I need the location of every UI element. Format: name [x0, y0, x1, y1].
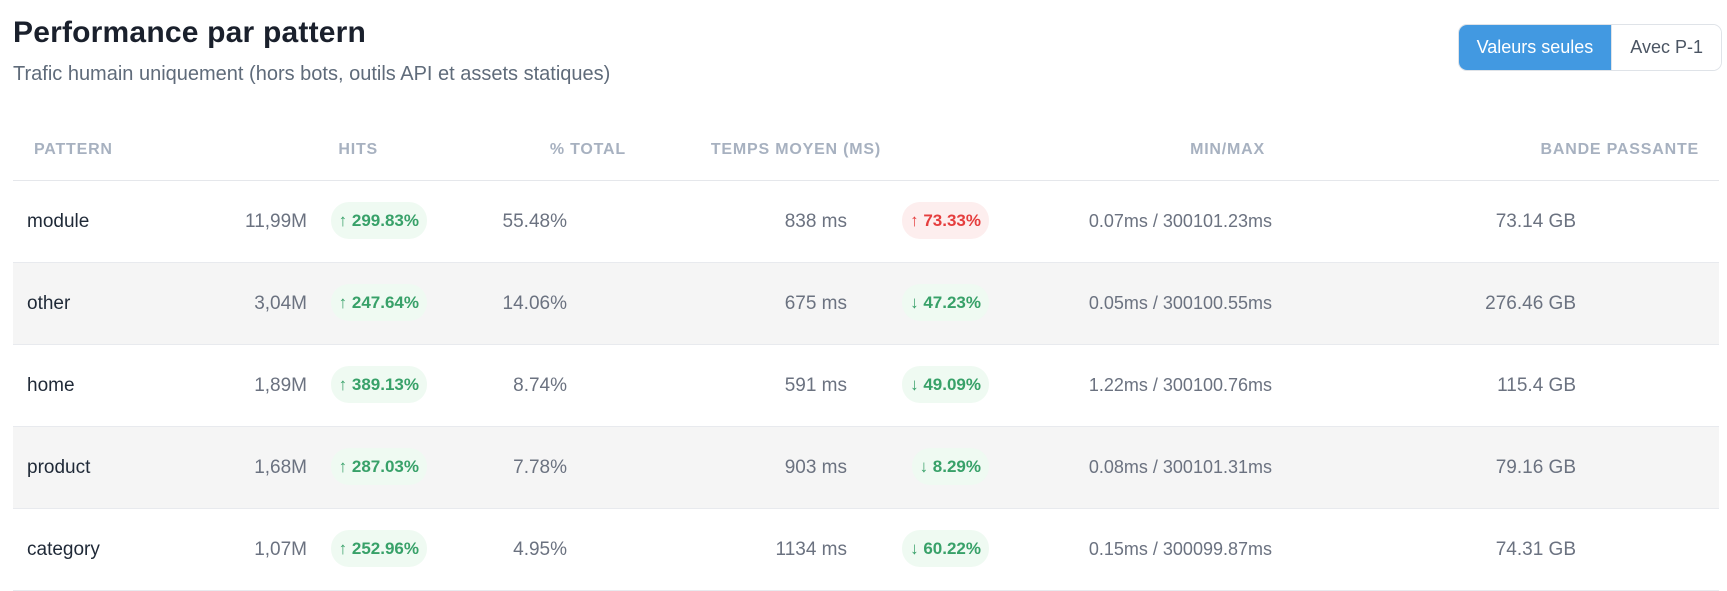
pattern-cell: module [27, 211, 90, 232]
bandwidth-cell: 115.4 GB [1497, 375, 1576, 396]
table-row[interactable]: home 1,89M ↑ 389.13% 8.74% 591 ms ↓ 49.09% 1.2… [13, 345, 1719, 427]
pattern-cell: category [27, 539, 100, 560]
table-row[interactable]: module 11,99M ↑ 299.83% 55.48% 838 ms ↑ 73.33… [13, 181, 1719, 263]
bandwidth-cell: 74.31 GB [1495, 539, 1576, 560]
time-change-badge: ↑ 73.33% [902, 202, 989, 239]
column-header-minmax[interactable]: MIN/MAX [1190, 141, 1265, 159]
table-row[interactable]: other 3,04M ↑ 247.64% 14.06% 675 ms ↓ 47.23% 0… [13, 263, 1719, 345]
avg-time-cell: 1134 ms [775, 539, 847, 560]
total-percent-cell: 4.95% [513, 539, 567, 560]
pattern-performance-table: PATTERN HITS % TOTAL TEMPS MOYEN (MS) MI… [13, 114, 1719, 591]
minmax-cell: 0.15ms / 300099.87ms [1088, 539, 1272, 559]
table-body: module 11,99M ↑ 299.83% 55.48% 838 ms ↑ 73.33… [13, 181, 1719, 591]
column-header-pattern[interactable]: PATTERN [34, 141, 113, 159]
avg-time-cell: 675 ms [784, 293, 847, 314]
page-subtitle: Trafic humain uniquement (hors bots, out… [13, 63, 611, 85]
avg-time-cell: 591 ms [784, 375, 847, 396]
hits-change-badge: ↑ 247.64% [330, 284, 427, 321]
total-percent-cell: 55.48% [502, 211, 567, 232]
bandwidth-cell: 79.16 GB [1495, 457, 1576, 478]
hits-change-badge: ↑ 299.83% [330, 202, 427, 239]
page-title: Performance par pattern [13, 16, 367, 49]
bandwidth-cell: 276.46 GB [1485, 293, 1576, 314]
column-header-total[interactable]: % TOTAL [550, 141, 626, 159]
minmax-cell: 0.07ms / 300101.23ms [1088, 211, 1272, 231]
hits-cell: 1,68M [254, 457, 307, 478]
pattern-cell: product [27, 457, 91, 478]
total-percent-cell: 7.78% [513, 457, 567, 478]
column-header-time[interactable]: TEMPS MOYEN (MS) [711, 141, 881, 159]
hits-cell: 1,89M [254, 375, 307, 396]
minmax-cell: 1.22ms / 300100.76ms [1088, 375, 1272, 395]
view-mode-toggle: Valeurs seules Avec P-1 [1457, 24, 1722, 71]
hits-cell: 11,99M [245, 211, 307, 232]
pattern-cell: other [27, 293, 71, 314]
time-change-badge: ↓ 47.23% [902, 284, 989, 321]
total-percent-cell: 8.74% [513, 375, 567, 396]
hits-change-badge: ↑ 287.03% [330, 448, 427, 485]
hits-cell: 1,07M [254, 539, 307, 560]
total-percent-cell: 14.06% [502, 293, 567, 314]
column-header-bandwidth[interactable]: BANDE PASSANTE [1541, 141, 1699, 159]
table-row[interactable]: product 1,68M ↑ 287.03% 7.78% 903 ms ↓ 8.29% 0… [13, 427, 1719, 509]
time-change-badge: ↓ 60.22% [902, 530, 989, 567]
table-header: PATTERN HITS % TOTAL TEMPS MOYEN (MS) MI… [13, 114, 1719, 181]
table-row[interactable]: category 1,07M ↑ 252.96% 4.95% 1134 ms ↓ 60.2… [13, 509, 1719, 591]
time-change-badge: ↓ 49.09% [902, 366, 989, 403]
hits-change-badge: ↑ 252.96% [330, 530, 427, 567]
hits-cell: 3,04M [254, 293, 307, 314]
values-only-button[interactable]: Valeurs seules [1458, 25, 1612, 70]
bandwidth-cell: 73.14 GB [1495, 211, 1576, 232]
avg-time-cell: 903 ms [784, 457, 847, 478]
hits-change-badge: ↑ 389.13% [330, 366, 427, 403]
minmax-cell: 0.08ms / 300101.31ms [1088, 457, 1272, 477]
with-previous-period-button[interactable]: Avec P-1 [1611, 25, 1721, 70]
column-header-hits[interactable]: HITS [338, 141, 378, 159]
pattern-cell: home [27, 375, 75, 396]
minmax-cell: 0.05ms / 300100.55ms [1088, 293, 1272, 313]
page-header: Performance par pattern Trafic humain un… [13, 14, 610, 86]
avg-time-cell: 838 ms [784, 211, 847, 232]
time-change-badge: ↓ 8.29% [911, 448, 989, 485]
